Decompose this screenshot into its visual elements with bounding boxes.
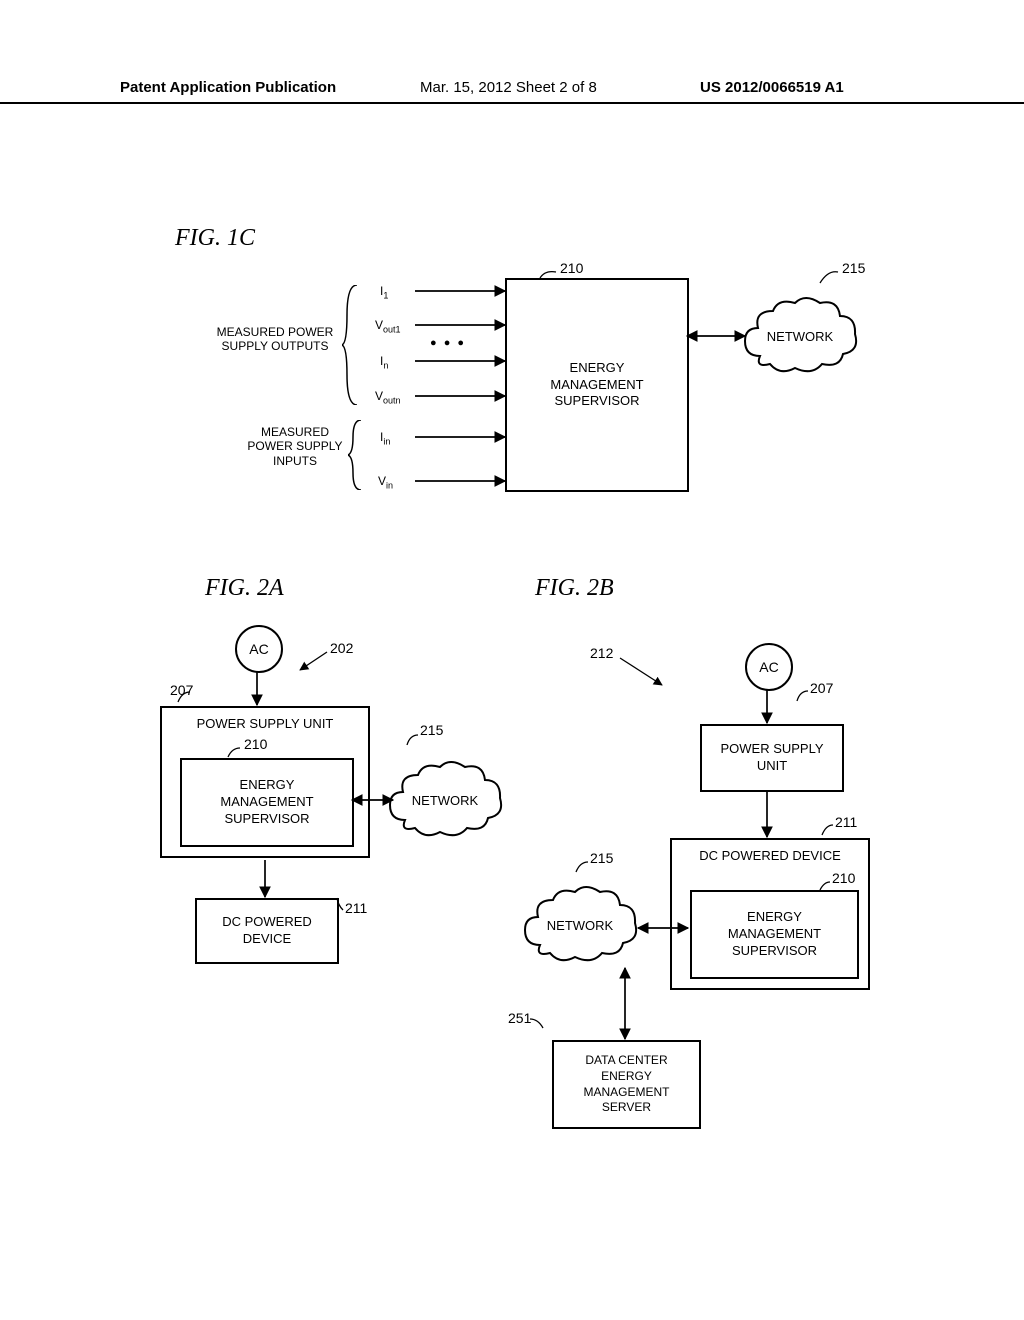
fig-2b-label: FIG. 2B [535,575,614,602]
fig-2a-label: FIG. 2A [205,575,284,602]
ac-source-2b: AC [745,643,793,691]
sig-vin: Vin [378,474,393,490]
network-label-2a: NETWORK [412,793,478,808]
ref-207-2b: 207 [810,680,833,696]
network-label-2b: NETWORK [547,918,613,933]
brace-inputs-icon [348,420,366,490]
ref-215-2a: 215 [420,722,443,738]
page-header: Patent Application Publication Mar. 15, … [0,82,1024,104]
header-pubnum: US 2012/0066519 A1 [700,79,844,96]
ref-212-2b: 212 [590,645,613,661]
network-label-1c: NETWORK [767,329,833,344]
energy-management-supervisor-box-2a: ENERGY MANAGEMENT SUPERVISOR [180,758,354,847]
energy-management-supervisor-box-1c: ENERGY MANAGEMENT SUPERVISOR [505,278,689,492]
sig-voutn: Voutn [375,389,401,405]
header-publication: Patent Application Publication [120,79,336,96]
measured-inputs-label: MEASURED POWER SUPPLY INPUTS [240,425,350,468]
ref-210-2a: 210 [244,736,267,752]
ac-source-2a: AC [235,625,283,673]
ref-207-2a: 207 [170,682,193,698]
sig-vout1: Vout1 [375,318,401,334]
fig-1c-label: FIG. 1C [175,225,255,252]
ref-210-2b: 210 [832,870,855,886]
power-supply-unit-box-2b: POWER SUPPLY UNIT [700,724,844,792]
energy-management-supervisor-box-2b: ENERGY MANAGEMENT SUPERVISOR [690,890,859,979]
ref-251-2b: 251 [508,1010,531,1026]
psu-label-2a: POWER SUPPLY UNIT [197,716,334,733]
network-cloud-1c: NETWORK [740,296,860,376]
network-cloud-2b: NETWORK [520,885,640,965]
signal-ellipsis: ● ● ● [430,337,466,349]
data-center-server-box: DATA CENTER ENERGY MANAGEMENT SERVER [552,1040,701,1129]
ref-210-1c: 210 [560,260,583,276]
ref-211-2b: 211 [835,814,857,830]
connector-overlay [0,0,1024,1320]
sig-iin: Iin [380,430,390,446]
ref-215-2b: 215 [590,850,613,866]
ref-211-2a: 211 [345,900,367,916]
header-date-sheet: Mar. 15, 2012 Sheet 2 of 8 [420,79,597,96]
dc-device-label-2b: DC POWERED DEVICE [699,848,841,865]
dc-powered-device-2a: DC POWERED DEVICE [195,898,339,964]
brace-outputs-icon [342,285,362,405]
network-cloud-2a: NETWORK [385,760,505,840]
ref-202-2a: 202 [330,640,353,656]
page: Patent Application Publication Mar. 15, … [0,0,1024,1320]
sig-i1: I1 [380,284,388,300]
sig-in: In [380,354,388,370]
measured-outputs-label: MEASURED POWER SUPPLY OUTPUTS [210,325,340,354]
ref-215-1c: 215 [842,260,865,276]
